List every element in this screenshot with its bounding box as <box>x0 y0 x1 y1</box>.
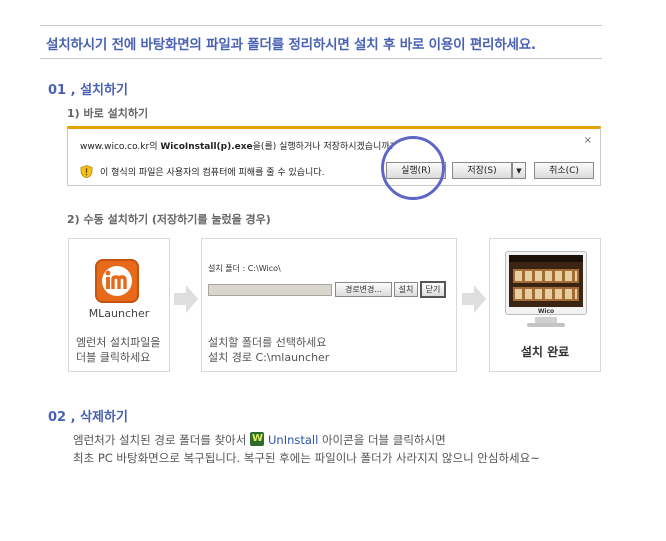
panel-installer-file: MLauncher 엠런처 설치파일을 더블 클릭하세요 <box>68 238 170 372</box>
screen-toolbar <box>509 255 583 262</box>
step-direct-install-label: 1) 바로 설치하기 <box>67 107 149 120</box>
save-button[interactable]: 저장(S) <box>452 162 512 179</box>
section-install-heading: 01 , 설치하기 <box>48 83 128 98</box>
install-button[interactable]: 설치 <box>394 282 418 297</box>
uninstall-app-name: UnInstall <box>267 433 319 447</box>
uninstall-icon-letter: W <box>251 433 264 444</box>
mlauncher-app-name: MLauncher <box>88 307 150 320</box>
top-divider <box>40 25 602 26</box>
mlauncher-logo-icon <box>102 266 132 296</box>
uninstall-instruction-line1: 엠런처가 설치된 경로 폴더를 찾아서 W UnInstall 아이콘을 더블 클… <box>73 432 446 447</box>
uninstall-app-icon: W <box>249 432 264 446</box>
panel-install-complete: Wico 설치 완료 <box>489 238 601 372</box>
section-number: 01 <box>48 83 67 98</box>
install-folder-label: 설치 폴더 : C:\Wico\ <box>208 264 281 273</box>
panel2-caption: 설치할 폴더를 선택하세요 설치 경로 C:\mlauncher <box>208 336 330 364</box>
download-question: www.wico.co.kr의 WicoInstall(p).exe을(를) 실… <box>80 142 395 152</box>
download-warning-text: 이 형식의 파일은 사용자의 컴퓨터에 피해를 줄 수 있습니다. <box>100 168 325 178</box>
install-complete-label: 설치 완료 <box>520 345 570 359</box>
panel1-caption: 엠런처 설치파일을 더블 클릭하세요 <box>76 336 161 364</box>
step-manual-install-label: 2) 수동 설치하기 (저장하기를 눌렀을 경우) <box>67 213 271 226</box>
arrow-right-icon <box>462 285 486 313</box>
mlauncher-icon[interactable] <box>95 259 139 303</box>
uninstall-instruction-line2: 최초 PC 바탕화면으로 복구됩니다. 복구된 후에는 파일이나 폴더가 사라지… <box>73 451 540 465</box>
chevron-down-icon: ▼ <box>516 167 522 175</box>
panel-install-dialog: 설치 폴더 : C:\Wico\ 경로변경... 설치 닫기 설치할 폴더를 선… <box>201 238 457 372</box>
section-uninstall-heading: 02 , 삭제하기 <box>48 410 128 425</box>
section-title: 삭제하기 <box>80 410 128 425</box>
banner-divider <box>40 58 602 59</box>
download-file-name: WicoInstall(p).exe <box>160 142 253 152</box>
arrow-right-icon <box>174 285 198 313</box>
monitor-base <box>527 323 565 327</box>
screen-icons <box>515 289 577 299</box>
wico-screen-title: Wico <box>537 308 555 315</box>
close-icon[interactable]: × <box>584 135 592 146</box>
run-button-highlight <box>381 136 445 200</box>
change-path-button[interactable]: 경로변경... <box>335 282 392 297</box>
shield-warning-icon <box>80 165 93 178</box>
ie-download-bar: www.wico.co.kr의 WicoInstall(p).exe을(를) 실… <box>67 126 601 186</box>
wico-screen <box>509 255 583 307</box>
section-title: 설치하기 <box>80 83 128 98</box>
save-dropdown-button[interactable]: ▼ <box>512 162 526 179</box>
install-tip-banner: 설치하시기 전에 바탕화면의 파일과 폴더를 정리하시면 설치 후 바로 이용이… <box>46 37 536 53</box>
screen-icons <box>515 271 577 281</box>
close-dialog-button[interactable]: 닫기 <box>420 281 446 298</box>
cancel-button[interactable]: 취소(C) <box>534 162 594 179</box>
section-number: 02 <box>48 410 67 425</box>
install-path-input[interactable] <box>208 284 332 296</box>
monitor-icon: Wico <box>505 251 587 335</box>
